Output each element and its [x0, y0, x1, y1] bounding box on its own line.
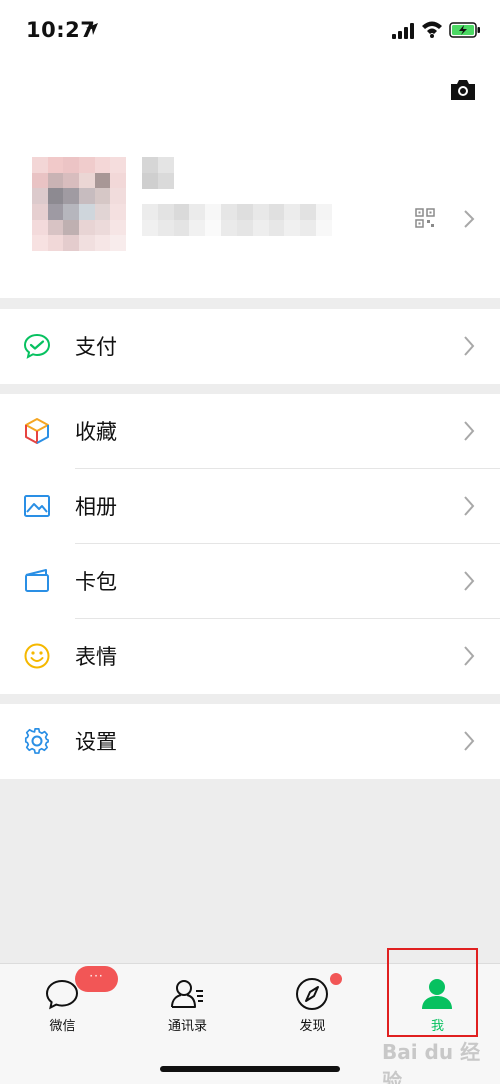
- nickname-pixelated: [142, 157, 174, 189]
- menu-item-stickers[interactable]: 表情: [0, 619, 500, 694]
- compass-icon: [296, 978, 328, 1010]
- profile-header[interactable]: [0, 62, 500, 298]
- battery-charging-icon: [449, 22, 480, 38]
- card-wallet-icon: [25, 569, 49, 592]
- watermark: Bai du 经验: [382, 1040, 481, 1084]
- tab-label-chats: 微信: [49, 1019, 76, 1034]
- highlight-annotation-box: [387, 948, 478, 1037]
- menu-item-album[interactable]: 相册: [0, 469, 500, 544]
- settings-group: 设置: [0, 704, 500, 779]
- album-picture-icon: [24, 495, 50, 517]
- location-arrow-icon: [86, 23, 98, 35]
- home-indicator[interactable]: [160, 1066, 340, 1072]
- wifi-icon: [422, 21, 442, 38]
- menu-item-settings[interactable]: 设置: [0, 704, 500, 779]
- menu-item-cards[interactable]: 卡包: [0, 544, 500, 619]
- cellular-signal-icon: [392, 23, 414, 39]
- avatar[interactable]: [32, 157, 126, 251]
- menu-item-payment[interactable]: 支付: [0, 309, 500, 384]
- qr-code-icon[interactable]: [415, 208, 435, 228]
- menu-label-payment: 支付: [75, 335, 117, 359]
- chevron-right-icon: [464, 571, 475, 591]
- chevron-right-icon: [464, 496, 475, 516]
- menu-item-favorites[interactable]: 收藏: [0, 394, 500, 469]
- tab-discover[interactable]: 发现: [250, 964, 375, 1044]
- collection-group: 收藏 相册 卡包 表情: [0, 394, 500, 694]
- tab-label-contacts: 通讯录: [167, 1019, 207, 1034]
- smiley-face-icon: [24, 643, 50, 669]
- wechat-pay-icon: [23, 333, 51, 359]
- camera-icon[interactable]: [449, 78, 477, 102]
- tab-label-discover: 发现: [299, 1019, 326, 1034]
- menu-label-cards: 卡包: [75, 570, 117, 594]
- status-bar: 10:27: [0, 0, 500, 62]
- favorites-cube-icon: [25, 418, 49, 444]
- tab-contacts[interactable]: 通讯录: [125, 964, 250, 1044]
- contacts-person-icon: [171, 980, 203, 1008]
- menu-label-favorites: 收藏: [75, 420, 117, 444]
- menu-label-stickers: 表情: [75, 645, 117, 669]
- chevron-right-icon: [464, 731, 475, 751]
- chevron-right-icon: [464, 210, 475, 228]
- chevron-right-icon: [464, 336, 475, 356]
- chevron-right-icon: [464, 646, 475, 666]
- menu-label-album: 相册: [75, 495, 117, 519]
- payment-group: 支付: [0, 309, 500, 384]
- menu-label-settings: 设置: [75, 730, 117, 754]
- wechat-id-pixelated: [142, 204, 332, 236]
- tab-chats[interactable]: ··· 微信: [0, 964, 125, 1044]
- chevron-right-icon: [464, 421, 475, 441]
- new-content-dot: [330, 973, 342, 985]
- gear-icon: [24, 728, 49, 754]
- unread-badge: ···: [75, 966, 118, 992]
